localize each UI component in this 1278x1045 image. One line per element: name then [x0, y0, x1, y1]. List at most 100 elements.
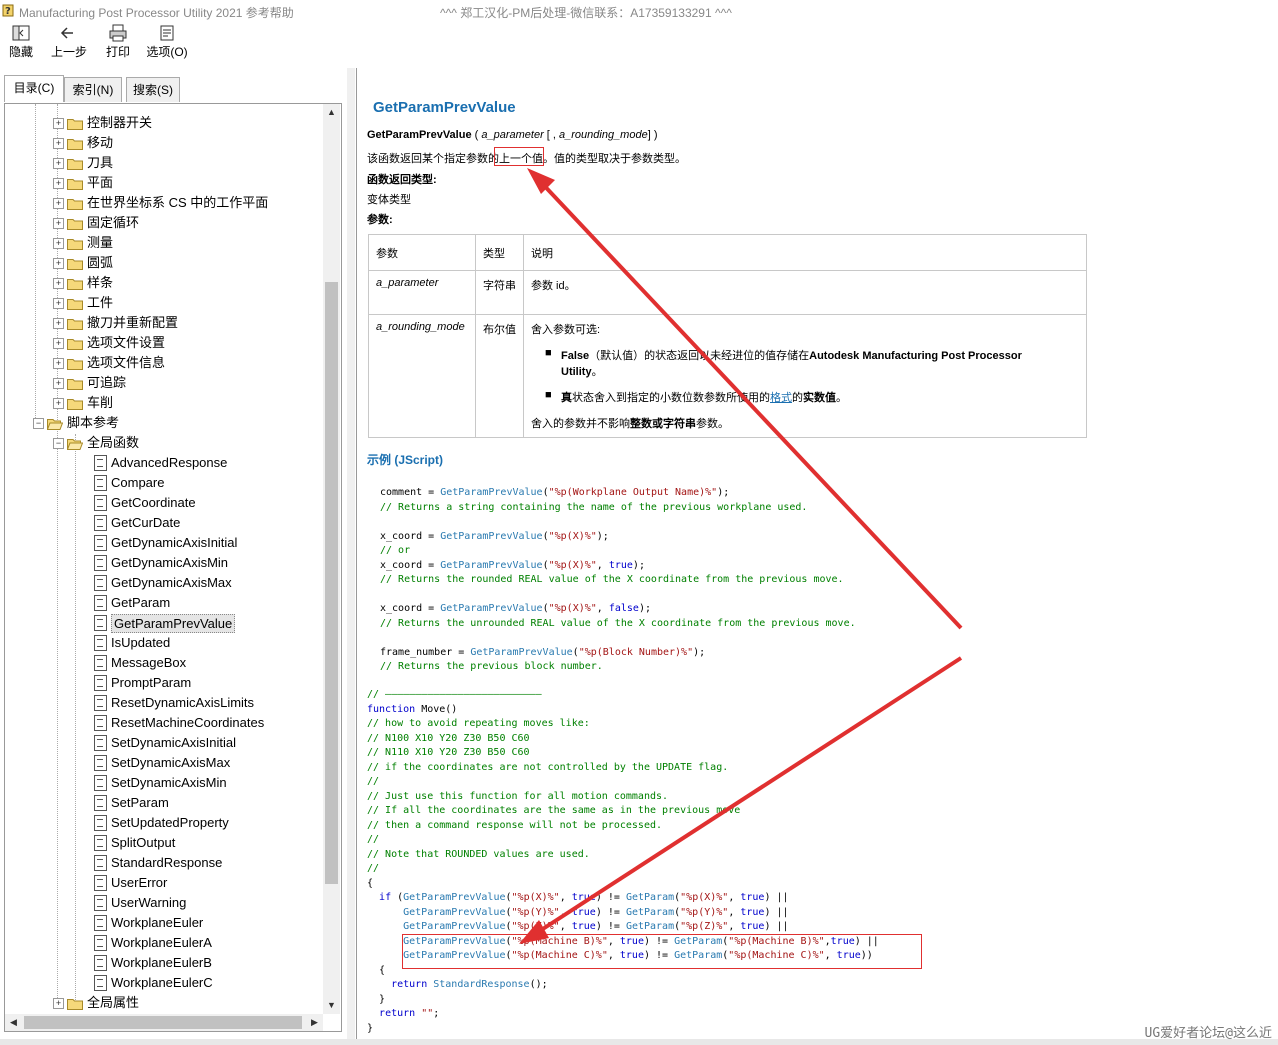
page-icon: [94, 755, 107, 771]
folder-icon: [67, 276, 83, 290]
tab-index[interactable]: 索引(N): [64, 77, 122, 102]
folder-icon: [67, 296, 83, 310]
expand-toggle-icon[interactable]: +: [53, 138, 64, 149]
expand-toggle-icon[interactable]: +: [53, 998, 64, 1009]
annotation-arrows: [519, 168, 963, 944]
page-icon: [94, 595, 107, 611]
expand-toggle-icon[interactable]: +: [53, 218, 64, 229]
page-icon: [94, 835, 107, 851]
folder-icon: [67, 336, 83, 350]
options-button[interactable]: 选项(O): [144, 24, 190, 60]
folder-icon: [67, 376, 83, 390]
expand-toggle-icon[interactable]: +: [53, 338, 64, 349]
page-icon: [94, 815, 107, 831]
page-icon: [94, 635, 107, 651]
topic-content: GetParamPrevValue GetParamPrevValue ( a_…: [356, 68, 1278, 1045]
page-icon: [94, 535, 107, 551]
annotation-arrow-up: [535, 176, 963, 630]
page-icon: [94, 455, 107, 471]
svg-text:?: ?: [5, 6, 11, 17]
expand-toggle-icon[interactable]: −: [53, 438, 64, 449]
printer-icon: [104, 24, 132, 44]
contents-tree: + 控制器开关 + 移动 + 刀具 + 平面 + 在世界坐标系 CS 中的工作平面 + 固定循环 + 测量…: [5, 104, 323, 1014]
expand-toggle-icon[interactable]: +: [53, 238, 64, 249]
folder-icon: [67, 216, 83, 230]
page-icon: [94, 895, 107, 911]
expand-toggle-icon[interactable]: +: [53, 378, 64, 389]
folder-icon: [67, 356, 83, 370]
folder-icon: [67, 136, 83, 150]
watermark-text: UG爱好者论坛@这么近: [1144, 1026, 1272, 1041]
annotation-arrow-down: [530, 656, 963, 938]
folder-icon: [67, 156, 83, 170]
toolbar: 隐藏 上一步 打印 选项(O): [0, 22, 1278, 66]
print-button[interactable]: 打印: [104, 24, 132, 60]
options-icon: [144, 24, 190, 44]
help-app-icon: ?: [2, 4, 14, 17]
folder-icon: [67, 256, 83, 270]
folder-icon: [67, 396, 83, 410]
folder-icon: [66, 436, 84, 450]
expand-toggle-icon[interactable]: +: [53, 278, 64, 289]
tab-search[interactable]: 搜索(S): [126, 77, 180, 102]
tab-contents[interactable]: 目录(C): [4, 75, 64, 102]
page-icon: [94, 975, 107, 991]
expand-toggle-icon[interactable]: +: [53, 358, 64, 369]
expand-toggle-icon[interactable]: +: [53, 118, 64, 129]
tree-guide-line: [35, 104, 36, 424]
title-center-text: ^^^ 郑工汉化-PM后处理-微信联系：A17359133291 ^^^: [440, 6, 732, 20]
page-icon: [94, 915, 107, 931]
expand-toggle-icon[interactable]: +: [53, 298, 64, 309]
page-icon: [94, 855, 107, 871]
page-icon: [94, 875, 107, 891]
folder-icon: [46, 416, 64, 430]
page-icon: [94, 715, 107, 731]
expand-toggle-icon[interactable]: +: [53, 198, 64, 209]
scroll-down-icon[interactable]: ▼: [323, 997, 340, 1014]
page-icon: [94, 955, 107, 971]
pane-splitter[interactable]: [347, 68, 355, 1045]
window-title: Manufacturing Post Processor Utility 202…: [19, 6, 294, 20]
page-icon: [94, 495, 107, 511]
folder-icon: [67, 996, 83, 1010]
arrow-head-down-icon: [519, 920, 549, 944]
scroll-thumb[interactable]: [325, 282, 338, 884]
folder-icon: [67, 236, 83, 250]
tree-horizontal-scrollbar[interactable]: ◀ ▶: [5, 1014, 323, 1031]
expand-toggle-icon[interactable]: +: [53, 258, 64, 269]
hide-button[interactable]: 隐藏: [6, 24, 36, 60]
expand-toggle-icon[interactable]: −: [33, 418, 44, 429]
page-icon: [94, 555, 107, 571]
expand-toggle-icon[interactable]: +: [53, 398, 64, 409]
folder-icon: [67, 176, 83, 190]
back-arrow-icon: [50, 24, 88, 44]
page-icon: [94, 775, 107, 791]
contents-pane: + 控制器开关 + 移动 + 刀具 + 平面 + 在世界坐标系 CS 中的工作平面 + 固定循环 + 测量…: [4, 103, 342, 1032]
page-icon: [94, 655, 107, 671]
page-icon: [94, 615, 107, 631]
status-strip: [0, 1039, 1278, 1045]
page-icon: [94, 575, 107, 591]
folder-icon: [67, 116, 83, 130]
page-icon: [94, 675, 107, 691]
page-icon: [94, 475, 107, 491]
page-icon: [94, 795, 107, 811]
scroll-thumb-horizontal[interactable]: [24, 1016, 302, 1029]
scroll-up-icon[interactable]: ▲: [323, 104, 340, 121]
folder-icon: [67, 196, 83, 210]
page-icon: [94, 735, 107, 751]
tree-vertical-scrollbar[interactable]: ▲ ▼: [323, 104, 340, 1014]
scroll-left-icon[interactable]: ◀: [5, 1014, 22, 1031]
folder-icon: [67, 316, 83, 330]
expand-toggle-icon[interactable]: +: [53, 158, 64, 169]
page-icon: [94, 935, 107, 951]
expand-toggle-icon[interactable]: +: [53, 318, 64, 329]
scroll-right-icon[interactable]: ▶: [306, 1014, 323, 1031]
hide-icon: [6, 24, 36, 44]
back-button[interactable]: 上一步: [50, 24, 88, 60]
title-bar: ? Manufacturing Post Processor Utility 2…: [0, 0, 1278, 22]
page-icon: [94, 515, 107, 531]
expand-toggle-icon[interactable]: +: [53, 178, 64, 189]
tree-guide-line: [75, 434, 76, 1004]
page-icon: [94, 695, 107, 711]
